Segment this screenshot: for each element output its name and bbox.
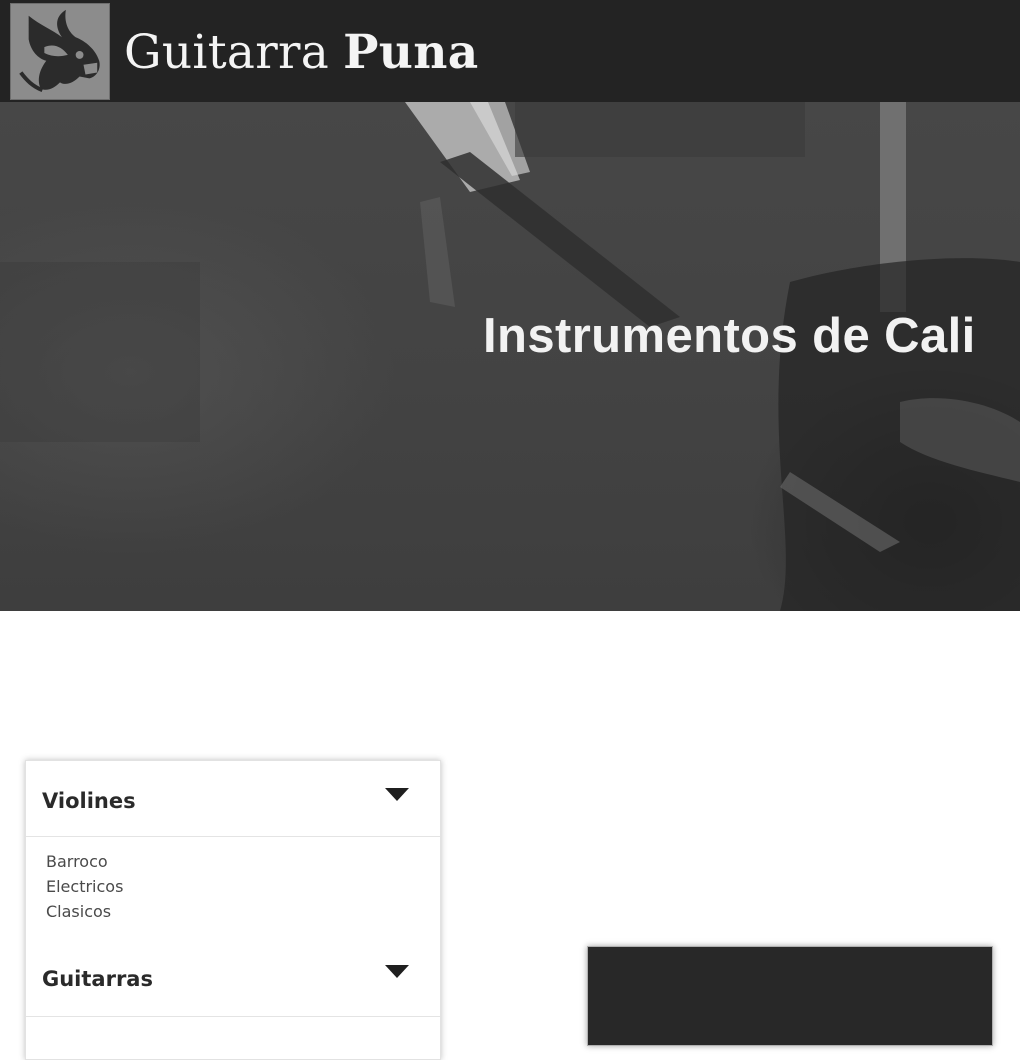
- caret-down-icon[interactable]: [385, 788, 409, 801]
- accordion-header-violines[interactable]: Violines: [26, 761, 440, 837]
- category-accordion: Violines Barroco Electricos Clasicos Gui…: [25, 760, 441, 1060]
- accordion-header-guitarras[interactable]: Guitarras: [26, 941, 440, 1017]
- hero-title: Instrumentos de Cali: [483, 309, 976, 363]
- hero-banner: Instrumentos de Cali: [0, 102, 1020, 611]
- featured-card[interactable]: [587, 946, 993, 1046]
- submenu-item-barroco[interactable]: Barroco: [46, 849, 123, 874]
- brand-name[interactable]: Guitarra Puna: [124, 20, 478, 84]
- logo-graphic: [11, 4, 109, 99]
- brand-name-bold: Puna: [343, 24, 479, 80]
- site-header: Guitarra Puna: [0, 0, 1020, 102]
- submenu-item-clasicos[interactable]: Clasicos: [46, 899, 123, 924]
- brand-name-light: Guitarra: [124, 24, 330, 80]
- accordion-label: Guitarras: [42, 967, 153, 991]
- goat-head-icon[interactable]: [10, 3, 110, 100]
- caret-down-icon[interactable]: [385, 965, 409, 978]
- submenu-item-electricos[interactable]: Electricos: [46, 874, 123, 899]
- violines-submenu: Barroco Electricos Clasicos: [46, 849, 123, 924]
- accordion-label: Violines: [42, 789, 136, 813]
